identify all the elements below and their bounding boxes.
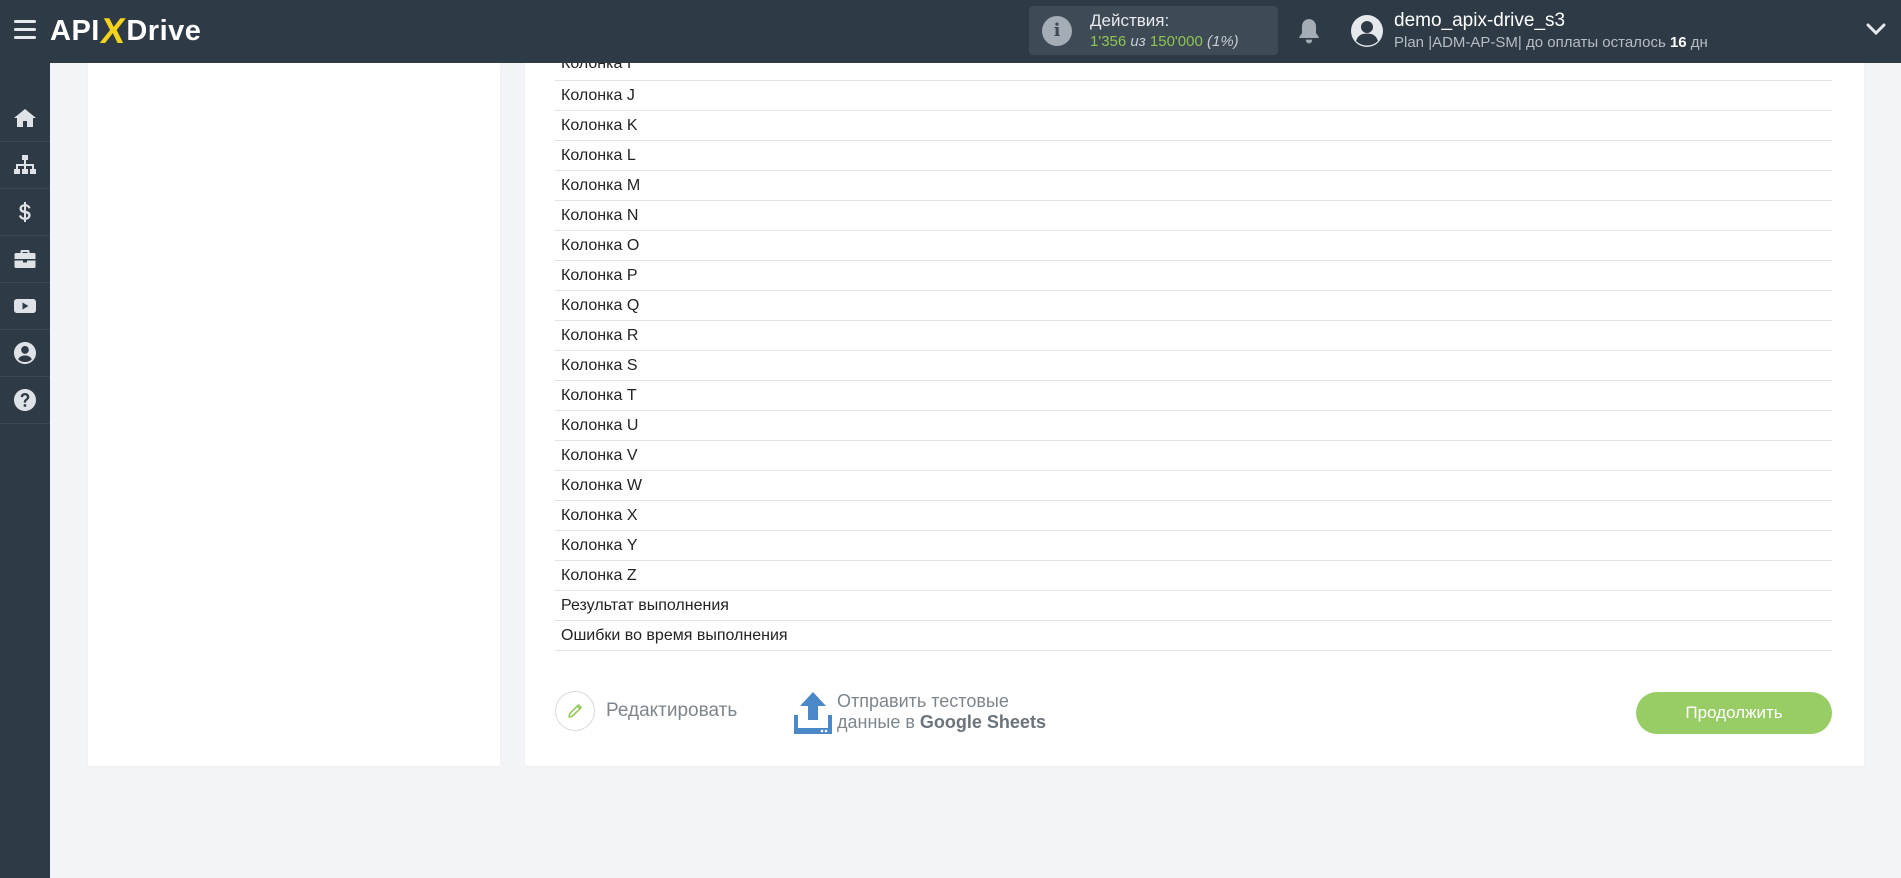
field-row: Колонка N	[555, 201, 1832, 231]
main-panel: Колонка I Колонка J Колонка K Колонка L …	[525, 63, 1864, 766]
field-row: Колонка Y	[555, 531, 1832, 561]
field-row: Колонка O	[555, 231, 1832, 261]
send-test-data-button[interactable]: Отправить тестовые данные в Google Sheet…	[793, 691, 1046, 735]
actions-counter[interactable]: i Действия: 1'356 из 150'000 (1%)	[1029, 6, 1278, 55]
sidebar-item-videos[interactable]	[0, 283, 50, 330]
plan-days: 16	[1669, 34, 1687, 51]
home-icon	[14, 109, 36, 127]
top-header: API X Drive i Действия: 1'356 из 150'000 (…	[0, 0, 1901, 63]
field-row: Колонка U	[555, 411, 1832, 441]
chevron-down-icon[interactable]	[1866, 22, 1886, 36]
field-row: Ошибки во время выполнения	[555, 621, 1832, 651]
help-circle-icon	[14, 389, 36, 411]
actions-of: из	[1130, 33, 1146, 50]
avatar-icon[interactable]	[1350, 14, 1384, 48]
field-row: Колонка P	[555, 261, 1832, 291]
edit-button[interactable]: Редактировать	[555, 691, 737, 731]
logo-text-drive: Drive	[126, 14, 202, 47]
youtube-icon	[14, 299, 36, 313]
plan-prefix: Plan |ADM-AP-SM| до оплаты осталось	[1394, 34, 1666, 51]
sitemap-icon	[14, 155, 36, 174]
actions-stats: 1'356 из 150'000 (1%)	[1090, 33, 1239, 50]
field-row: Колонка Z	[555, 561, 1832, 591]
field-list: Колонка I Колонка J Колонка K Колонка L …	[555, 63, 1832, 651]
send-service: Google Sheets	[919, 712, 1046, 732]
field-row: Колонка R	[555, 321, 1832, 351]
actions-title: Действия:	[1090, 11, 1170, 30]
field-row: Колонка I	[555, 63, 1832, 81]
field-row: Колонка K	[555, 111, 1832, 141]
field-row: Колонка T	[555, 381, 1832, 411]
actions-total: 150'000	[1149, 33, 1203, 50]
pencil-icon	[555, 691, 595, 731]
menu-burger-icon[interactable]	[14, 20, 36, 40]
plan-days-unit: дн	[1690, 34, 1708, 51]
apixdrive-logo[interactable]: API X Drive	[50, 10, 202, 51]
sidebar-item-home[interactable]	[0, 95, 50, 142]
info-icon: i	[1042, 16, 1072, 46]
user-plan: Plan |ADM-AP-SM| до оплаты осталось 16 д…	[1394, 34, 1708, 51]
user-name[interactable]: demo_apix-drive_s3	[1394, 10, 1565, 32]
logo-text-x: X	[98, 10, 129, 51]
sidebar	[0, 63, 50, 878]
field-row: Колонка S	[555, 351, 1832, 381]
field-row: Результат выполнения	[555, 591, 1832, 621]
sidebar-item-profile[interactable]	[0, 330, 50, 377]
upload-icon	[794, 692, 832, 734]
left-panel	[88, 63, 500, 766]
bell-icon[interactable]	[1296, 17, 1322, 45]
sidebar-item-billing[interactable]	[0, 189, 50, 236]
sidebar-item-connections[interactable]	[0, 142, 50, 189]
user-circle-icon	[14, 342, 36, 364]
field-row: Колонка W	[555, 471, 1832, 501]
actions-used: 1'356	[1090, 33, 1127, 50]
field-row: Колонка V	[555, 441, 1832, 471]
send-line1: Отправить тестовые	[837, 691, 1009, 711]
briefcase-icon	[14, 250, 36, 268]
send-test-data-label: Отправить тестовые данные в Google Sheet…	[837, 691, 1046, 733]
field-row: Колонка X	[555, 501, 1832, 531]
sidebar-item-tools[interactable]	[0, 236, 50, 283]
dollar-icon	[19, 202, 31, 222]
field-row: Колонка M	[555, 171, 1832, 201]
field-row: Колонка Q	[555, 291, 1832, 321]
field-row: Колонка L	[555, 141, 1832, 171]
logo-text-api: API	[50, 14, 100, 47]
sidebar-item-help[interactable]	[0, 377, 50, 424]
actions-percent: (1%)	[1207, 33, 1239, 50]
field-row: Колонка J	[555, 81, 1832, 111]
send-line2: данные в Google Sheets	[837, 712, 1046, 733]
send-line2-prefix: данные в	[837, 712, 915, 732]
continue-button[interactable]: Продолжить	[1636, 692, 1832, 734]
edit-label: Редактировать	[606, 700, 738, 721]
